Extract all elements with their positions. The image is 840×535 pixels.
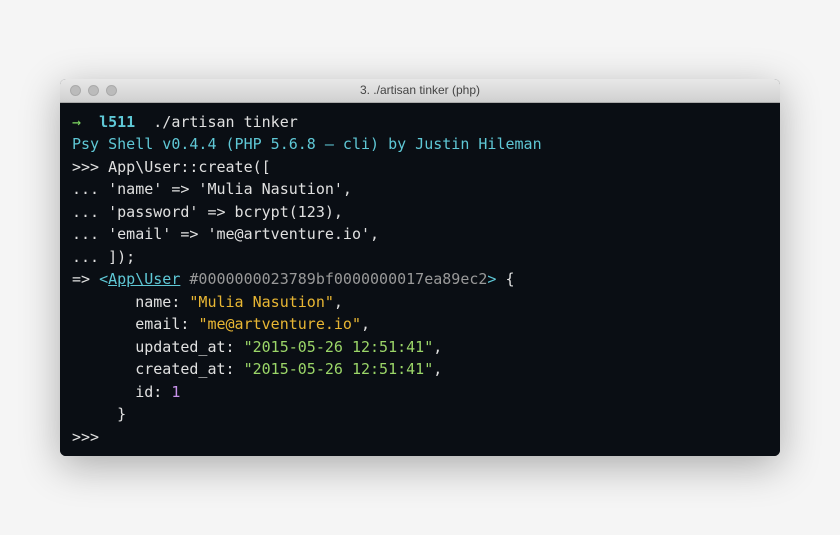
repl-continuation: ... <box>72 225 108 243</box>
window-title: 3. ./artisan tinker (php) <box>60 83 780 97</box>
brace: } <box>72 405 126 423</box>
output-property: name: "Mulia Nasution", <box>72 291 768 314</box>
output-line: => <App\User #0000000023789bf0000000017e… <box>72 268 768 291</box>
repl-prompt-empty[interactable]: >>> <box>72 426 768 449</box>
angle-bracket: < <box>99 270 108 288</box>
code-text: 'name' => 'Mulia Nasution', <box>108 180 352 198</box>
comma: , <box>334 293 343 311</box>
return-arrow: => <box>72 270 99 288</box>
repl-prompt: >>> <box>72 428 108 446</box>
comma: , <box>433 338 442 356</box>
command-text: ./artisan tinker <box>153 113 298 131</box>
titlebar[interactable]: 3. ./artisan tinker (php) <box>60 79 780 103</box>
prompt-arrow-icon: → <box>72 113 81 131</box>
class-name: App\User <box>108 270 180 288</box>
minimize-icon[interactable] <box>88 85 99 96</box>
code-text: ]); <box>108 248 135 266</box>
repl-prompt: >>> <box>72 158 108 176</box>
code-text: App\User::create([ <box>108 158 271 176</box>
terminal-body[interactable]: → l511 ./artisan tinker Psy Shell v0.4.4… <box>60 103 780 457</box>
input-line: ... 'email' => 'me@artventure.io', <box>72 223 768 246</box>
property-value: "me@artventure.io" <box>198 315 361 333</box>
property-key: created_at: <box>72 360 244 378</box>
output-property: id: 1 <box>72 381 768 404</box>
traffic-lights <box>70 85 117 96</box>
input-line: ... ]); <box>72 246 768 269</box>
output-property: created_at: "2015-05-26 12:51:41", <box>72 358 768 381</box>
code-text: 'email' => 'me@artventure.io', <box>108 225 379 243</box>
input-line: ... 'password' => bcrypt(123), <box>72 201 768 224</box>
object-hash: #0000000023789bf0000000017ea89ec2 <box>180 270 487 288</box>
output-property: updated_at: "2015-05-26 12:51:41", <box>72 336 768 359</box>
brace: { <box>496 270 514 288</box>
code-text: 'password' => bcrypt(123), <box>108 203 343 221</box>
shell-prompt-line: → l511 ./artisan tinker <box>72 111 768 134</box>
property-key: id: <box>72 383 171 401</box>
property-value: "Mulia Nasution" <box>189 293 334 311</box>
input-line: >>> App\User::create([ <box>72 156 768 179</box>
maximize-icon[interactable] <box>106 85 117 96</box>
property-value: "2015-05-26 12:51:41" <box>244 360 434 378</box>
directory-name: l511 <box>99 113 135 131</box>
repl-continuation: ... <box>72 203 108 221</box>
repl-continuation: ... <box>72 248 108 266</box>
property-key: updated_at: <box>72 338 244 356</box>
comma: , <box>361 315 370 333</box>
terminal-window: 3. ./artisan tinker (php) → l511 ./artis… <box>60 79 780 457</box>
property-key: email: <box>72 315 198 333</box>
property-value: "2015-05-26 12:51:41" <box>244 338 434 356</box>
comma: , <box>433 360 442 378</box>
output-line: } <box>72 403 768 426</box>
output-property: email: "me@artventure.io", <box>72 313 768 336</box>
psy-shell-banner: Psy Shell v0.4.4 (PHP 5.6.8 — cli) by Ju… <box>72 133 768 156</box>
property-value: 1 <box>171 383 180 401</box>
close-icon[interactable] <box>70 85 81 96</box>
repl-continuation: ... <box>72 180 108 198</box>
input-line: ... 'name' => 'Mulia Nasution', <box>72 178 768 201</box>
property-key: name: <box>72 293 189 311</box>
